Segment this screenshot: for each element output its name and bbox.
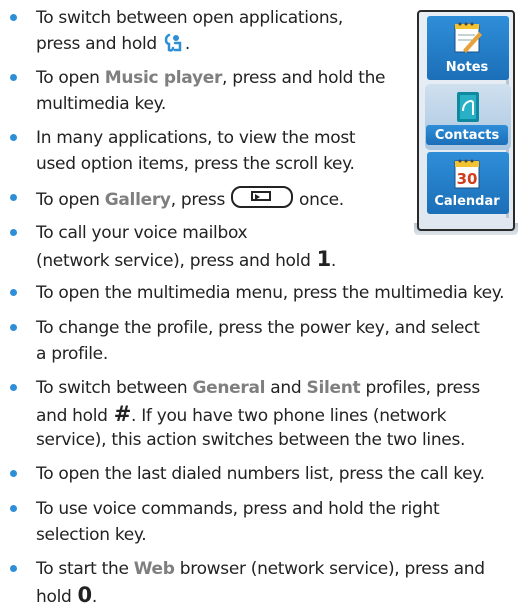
item-text: To change the profile, press the power k… [36,318,480,338]
key-1: 1 [316,247,332,271]
gallery-key-icon [231,186,294,208]
item-text: In many applications, to view the most [36,128,356,148]
contacts-icon [457,92,479,122]
item-text: To switch between General and Silent pro… [36,378,480,398]
menu-label: Contacts [434,128,500,143]
menu-label: Notes [445,60,489,75]
menu-label: Calendar [434,194,500,209]
bullet-dot [10,134,17,141]
bullet-dot [10,194,17,201]
item-text: hold 0. [36,583,97,607]
applications-key-icon [164,33,182,52]
item-text: a profile. [36,344,108,364]
item-text: To use voice commands, press and hold th… [36,499,440,519]
item-text: To open the last dialed numbers list, pr… [36,464,485,484]
item-text: service), this action switches between t… [36,430,466,450]
item-text: used option items, press the scroll key. [36,154,355,174]
highlight-term: Gallery [104,190,171,210]
menu-item-contacts[interactable]: Contacts [426,85,508,149]
bullet-dot [10,74,17,81]
phone-screen: Notes Contacts 30 Calendar [417,10,515,231]
item-text: multimedia key. [36,94,167,114]
key-hash: # [113,402,132,426]
bullet-dot [10,505,17,512]
item-text: To open Gallery, press once. [36,186,344,213]
item-text: To start the Web browser (network servic… [36,559,485,579]
highlight-term: General [192,378,266,398]
item-text: (network service), press and hold 1. [36,247,336,271]
highlight-term: Web [133,559,175,579]
bullet-dot [10,14,17,21]
bullet-dot [10,565,17,572]
bullet-dot [10,384,17,391]
calendar-icon: 30 [454,159,480,189]
item-text: selection key. [36,525,147,545]
bullet-dot [10,289,17,296]
item-text: press and hold . [36,33,190,54]
highlight-term: Music player [104,68,223,88]
key-0: 0 [77,583,93,607]
bullet-dot [10,470,17,477]
bullet-dot [10,229,17,236]
menu-item-calendar[interactable]: 30 Calendar [427,152,507,216]
notes-icon [454,22,482,53]
bullet-dot [10,324,17,331]
highlight-term: Silent [306,378,361,398]
item-text: To call your voice mailbox [36,223,248,243]
item-text: To switch between open applications, [36,8,343,28]
item-text: and hold #. If you have two phone lines (… [36,402,447,426]
menu-item-notes[interactable]: Notes [427,16,507,80]
item-text: To open the multimedia menu, press the m… [36,283,505,303]
item-text: To open Music player, press and hold the [36,68,386,88]
calendar-day: 30 [457,170,478,188]
item-text-part: press and hold [36,34,157,54]
